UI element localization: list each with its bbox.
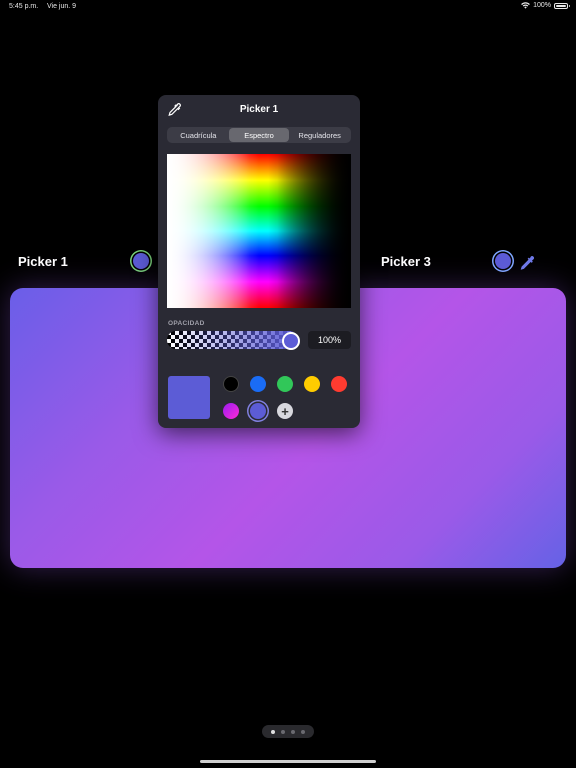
swatch-black[interactable] — [223, 376, 239, 392]
swatch-magenta[interactable] — [223, 403, 239, 419]
opacity-value-field[interactable]: 100% — [308, 331, 351, 349]
picker-mode-segmented-control: Cuadrícula Espectro Reguladores — [167, 127, 351, 143]
status-time: 5:45 p.m. — [9, 3, 38, 10]
picker-3-swatch[interactable] — [495, 253, 511, 269]
popover-header: Picker 1 — [158, 95, 360, 123]
tab-cuadricula[interactable]: Cuadrícula — [168, 128, 229, 142]
opacity-slider-thumb[interactable] — [282, 332, 300, 350]
tab-reguladores[interactable]: Reguladores — [289, 128, 350, 142]
battery-percent: 100% — [533, 2, 551, 9]
swatch-yellow[interactable] — [304, 376, 320, 392]
battery-icon — [554, 3, 568, 9]
status-date: Vie jun. 9 — [47, 3, 76, 10]
swatch-blue[interactable] — [250, 376, 266, 392]
color-spectrum[interactable] — [167, 154, 351, 308]
opacity-label: OPACIDAD — [168, 320, 205, 327]
eyedropper-icon[interactable] — [518, 254, 536, 272]
page-dot — [291, 730, 295, 734]
picker-1-label: Picker 1 — [18, 254, 68, 269]
picker-3-label: Picker 3 — [381, 254, 431, 269]
spectrum-black-overlay — [167, 154, 351, 308]
page-indicator[interactable] — [262, 725, 314, 738]
status-bar: 5:45 p.m. Vie jun. 9 100% — [0, 0, 576, 14]
color-picker-popover: Picker 1 Cuadrícula Espectro Reguladores… — [158, 95, 360, 428]
page-dot — [271, 730, 275, 734]
wifi-icon — [521, 2, 530, 9]
swatch-red[interactable] — [331, 376, 347, 392]
status-right: 100% — [521, 2, 568, 9]
swatch-indigo-selected[interactable] — [250, 403, 266, 419]
page-dot — [301, 730, 305, 734]
swatch-green[interactable] — [277, 376, 293, 392]
opacity-slider[interactable] — [167, 331, 298, 349]
selected-color-swatch — [168, 376, 210, 419]
page-dot — [281, 730, 285, 734]
tab-espectro[interactable]: Espectro — [229, 128, 290, 142]
home-indicator[interactable] — [200, 760, 376, 763]
add-swatch-button[interactable]: + — [277, 403, 293, 419]
screen: 5:45 p.m. Vie jun. 9 100% Picker 1 Picke… — [0, 0, 576, 768]
popover-title: Picker 1 — [158, 104, 360, 115]
picker-1-swatch[interactable] — [133, 253, 149, 269]
opacity-slider-gradient — [167, 331, 298, 349]
